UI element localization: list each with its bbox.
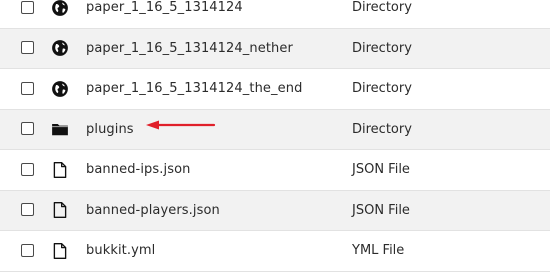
file-row-world-the-end[interactable]: paper_1_16_5_1314124_the_end Directory <box>0 69 550 110</box>
row-checkbox[interactable] <box>21 0 34 14</box>
file-name[interactable]: bukkit.yml <box>86 231 155 271</box>
file-type: Directory <box>352 40 412 56</box>
file-name[interactable]: banned-ips.json <box>86 150 190 190</box>
file-type: JSON File <box>352 202 410 218</box>
row-checkbox[interactable] <box>21 122 34 136</box>
file-row-plugins[interactable]: plugins Directory <box>0 109 550 150</box>
globe-icon <box>51 39 69 57</box>
folder-icon <box>51 120 69 138</box>
file-list: paper_1_16_5_1314124 Directory paper_1_1… <box>0 0 550 272</box>
file-row-banned-players[interactable]: banned-players.json JSON File <box>0 190 550 231</box>
file-name[interactable]: banned-players.json <box>86 191 220 231</box>
file-type: Directory <box>352 121 412 137</box>
row-checkbox[interactable] <box>21 41 34 55</box>
file-row-world[interactable]: paper_1_16_5_1314124 Directory <box>0 0 550 29</box>
file-icon <box>51 201 69 219</box>
row-checkbox[interactable] <box>21 162 34 176</box>
file-icon <box>51 161 69 179</box>
file-name[interactable]: paper_1_16_5_1314124_nether <box>86 29 293 69</box>
file-row-bukkit[interactable]: bukkit.yml YML File <box>0 231 550 272</box>
file-type: YML File <box>352 243 405 259</box>
red-arrow-annotation <box>144 118 216 132</box>
row-checkbox[interactable] <box>21 203 34 217</box>
globe-icon <box>51 80 69 98</box>
file-name[interactable]: paper_1_16_5_1314124_the_end <box>86 69 302 109</box>
file-name[interactable]: plugins <box>86 110 134 150</box>
file-icon <box>51 242 69 260</box>
row-checkbox[interactable] <box>21 243 34 257</box>
globe-icon <box>51 0 69 17</box>
file-type: Directory <box>352 81 412 97</box>
file-type: JSON File <box>352 162 410 178</box>
file-type: Directory <box>352 0 412 16</box>
file-row-world-nether[interactable]: paper_1_16_5_1314124_nether Directory <box>0 28 550 69</box>
row-checkbox[interactable] <box>21 81 34 95</box>
file-row-banned-ips[interactable]: banned-ips.json JSON File <box>0 150 550 191</box>
file-name[interactable]: paper_1_16_5_1314124 <box>86 0 243 28</box>
